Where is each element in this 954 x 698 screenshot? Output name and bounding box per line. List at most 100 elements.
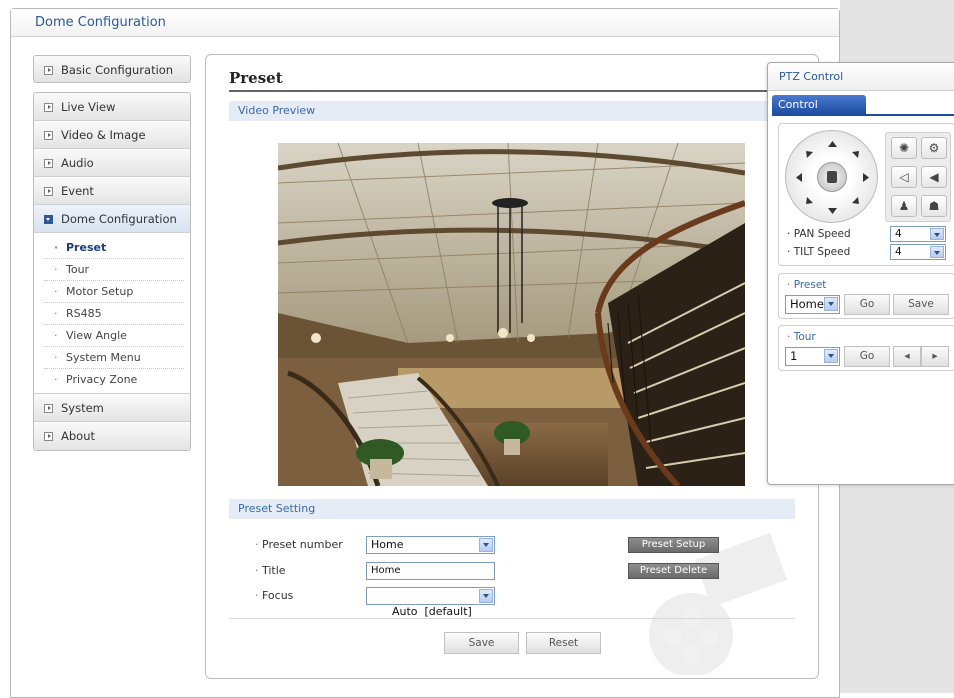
focus-value: Auto [default] (391, 605, 472, 618)
title-label: Title (255, 564, 286, 577)
arrow-down-left-icon (806, 197, 813, 204)
chevron-down-icon (479, 589, 493, 603)
tour-heading: Tour (787, 331, 816, 343)
ptz-panel-title: PTZ Control (768, 63, 954, 91)
preset-number-value: Home (371, 538, 404, 551)
tab-underline (772, 114, 954, 116)
submenu-item-motor-setup[interactable]: Motor Setup (44, 281, 184, 303)
direction-pad (785, 130, 878, 223)
sidebar-item-label: About (61, 429, 96, 443)
pan-speed-value: 4 (895, 228, 902, 240)
sidebar-item-video-image[interactable]: Video & Image (34, 121, 190, 149)
expand-icon (44, 159, 53, 168)
ptz-preset-value: Home (790, 297, 824, 311)
sidebar-item-live-view[interactable]: Live View (34, 93, 190, 121)
tilt-speed-value: 4 (895, 246, 902, 258)
tilt-speed-label: TILT Speed (787, 246, 851, 258)
main-panel: Preset Video Preview Preset Setting · Pr… (205, 54, 819, 679)
page-title: Preset (229, 69, 283, 87)
tilt-speed-select[interactable]: 4 (890, 244, 946, 260)
expand-icon (44, 404, 53, 413)
camera-icon (827, 171, 837, 183)
window-title: Dome Configuration (11, 9, 839, 37)
expand-icon (44, 103, 53, 112)
divider (229, 618, 795, 619)
sidebar-item-about[interactable]: About (34, 422, 190, 450)
zoom-tele-icon[interactable]: ♟ (891, 195, 917, 217)
sidebar-item-label: Event (61, 184, 94, 198)
video-preview[interactable] (278, 143, 745, 486)
chevron-right-icon: ▸ (932, 350, 938, 362)
chevron-down-icon (930, 246, 944, 258)
sidebar-basic-configuration[interactable]: Basic Configuration (33, 55, 191, 83)
reset-button[interactable]: Reset (526, 632, 601, 654)
preset-go-button[interactable]: Go (844, 294, 890, 315)
expand-icon (44, 131, 53, 140)
tour-select[interactable]: 1 (785, 347, 840, 366)
arrow-right-icon (863, 173, 869, 182)
app-window: Dome Configuration Basic Configuration L… (10, 8, 840, 698)
preset-number-select[interactable]: Home (366, 536, 495, 554)
expand-icon (44, 432, 53, 441)
sidebar-item-label: Video & Image (61, 128, 146, 142)
submenu-item-system-menu[interactable]: System Menu (44, 347, 184, 369)
tour-go-button[interactable]: Go (844, 346, 890, 367)
preset-delete-button[interactable]: Preset Delete (628, 563, 719, 579)
tour-value: 1 (790, 349, 798, 363)
iris-open-icon[interactable]: ◁ (891, 166, 917, 188)
submenu-item-view-angle[interactable]: View Angle (44, 325, 184, 347)
save-button[interactable]: Save (444, 632, 519, 654)
chevron-down-icon (824, 297, 838, 311)
zoom-focus-controls: ✺ ⚙ ◁ ◀ ♟ ☗ (885, 132, 951, 222)
tour-prev-button[interactable]: ◂ (893, 346, 921, 367)
video-frame-image (278, 143, 745, 486)
section-header-video-preview: Video Preview (229, 101, 795, 121)
submenu-item-rs485[interactable]: RS485 (44, 303, 184, 325)
tab-control[interactable]: Control (772, 95, 866, 114)
arrow-left-icon (796, 173, 802, 182)
iris-close-icon[interactable]: ◀ (921, 166, 947, 188)
sidebar-item-event[interactable]: Event (34, 177, 190, 205)
section-header-preset-setting: Preset Setting (229, 499, 795, 519)
title-input[interactable]: Home (366, 562, 495, 580)
sidebar-item-label: Basic Configuration (61, 63, 174, 77)
preset-save-button[interactable]: Save (893, 294, 949, 315)
focus-select[interactable]: Auto [default] (366, 587, 495, 618)
pan-speed-select[interactable]: 4 (890, 226, 946, 242)
expand-icon (44, 187, 53, 196)
chevron-down-icon (824, 349, 838, 363)
sidebar-item-audio[interactable]: Audio (34, 149, 190, 177)
sidebar-item-label: Live View (61, 100, 116, 114)
submenu-item-tour[interactable]: Tour (44, 259, 184, 281)
pan-speed-label: PAN Speed (787, 228, 851, 240)
expand-icon (44, 66, 53, 75)
ptz-control-box: ✺ ⚙ ◁ ◀ ♟ ☗ PAN Speed 4 TILT Speed 4 (778, 123, 954, 266)
sidebar-nav: Live View Video & Image Audio Event Dome… (33, 92, 191, 451)
arrow-up-right-icon (852, 151, 859, 158)
dome-config-submenu: Preset Tour Motor Setup RS485 View Angle… (34, 233, 190, 394)
arrow-up-icon (828, 141, 837, 147)
sidebar-item-system[interactable]: System (34, 394, 190, 422)
ptz-tour-box: Tour 1 Go ◂ ▸ (778, 325, 954, 371)
chevron-down-icon (479, 538, 493, 552)
submenu-item-privacy-zone[interactable]: Privacy Zone (44, 369, 184, 391)
preset-setup-button[interactable]: Preset Setup (628, 537, 719, 553)
focus-far-icon[interactable]: ⚙ (921, 137, 947, 159)
sidebar-item-dome-configuration[interactable]: Dome Configuration (34, 205, 190, 233)
ptz-preset-box: Preset Home Go Save (778, 273, 954, 319)
arrow-down-right-icon (852, 197, 859, 204)
focus-near-icon[interactable]: ✺ (891, 137, 917, 159)
home-center-button[interactable] (817, 162, 847, 192)
sidebar-item-label: Audio (61, 156, 94, 170)
preset-number-label: Preset number (255, 538, 343, 551)
ptz-preset-select[interactable]: Home (785, 295, 840, 314)
submenu-item-preset[interactable]: Preset (44, 237, 184, 259)
title-divider (229, 90, 795, 92)
chevron-down-icon (930, 228, 944, 240)
tour-next-button[interactable]: ▸ (921, 346, 949, 367)
sidebar-item-label: Dome Configuration (61, 212, 177, 226)
preset-heading: Preset (787, 279, 827, 291)
zoom-wide-icon[interactable]: ☗ (921, 195, 947, 217)
chevron-left-icon: ◂ (904, 350, 910, 362)
ptz-control-panel: PTZ Control Control ✺ ⚙ ◁ ◀ ♟ ☗ · PAN Sp… (767, 62, 954, 485)
